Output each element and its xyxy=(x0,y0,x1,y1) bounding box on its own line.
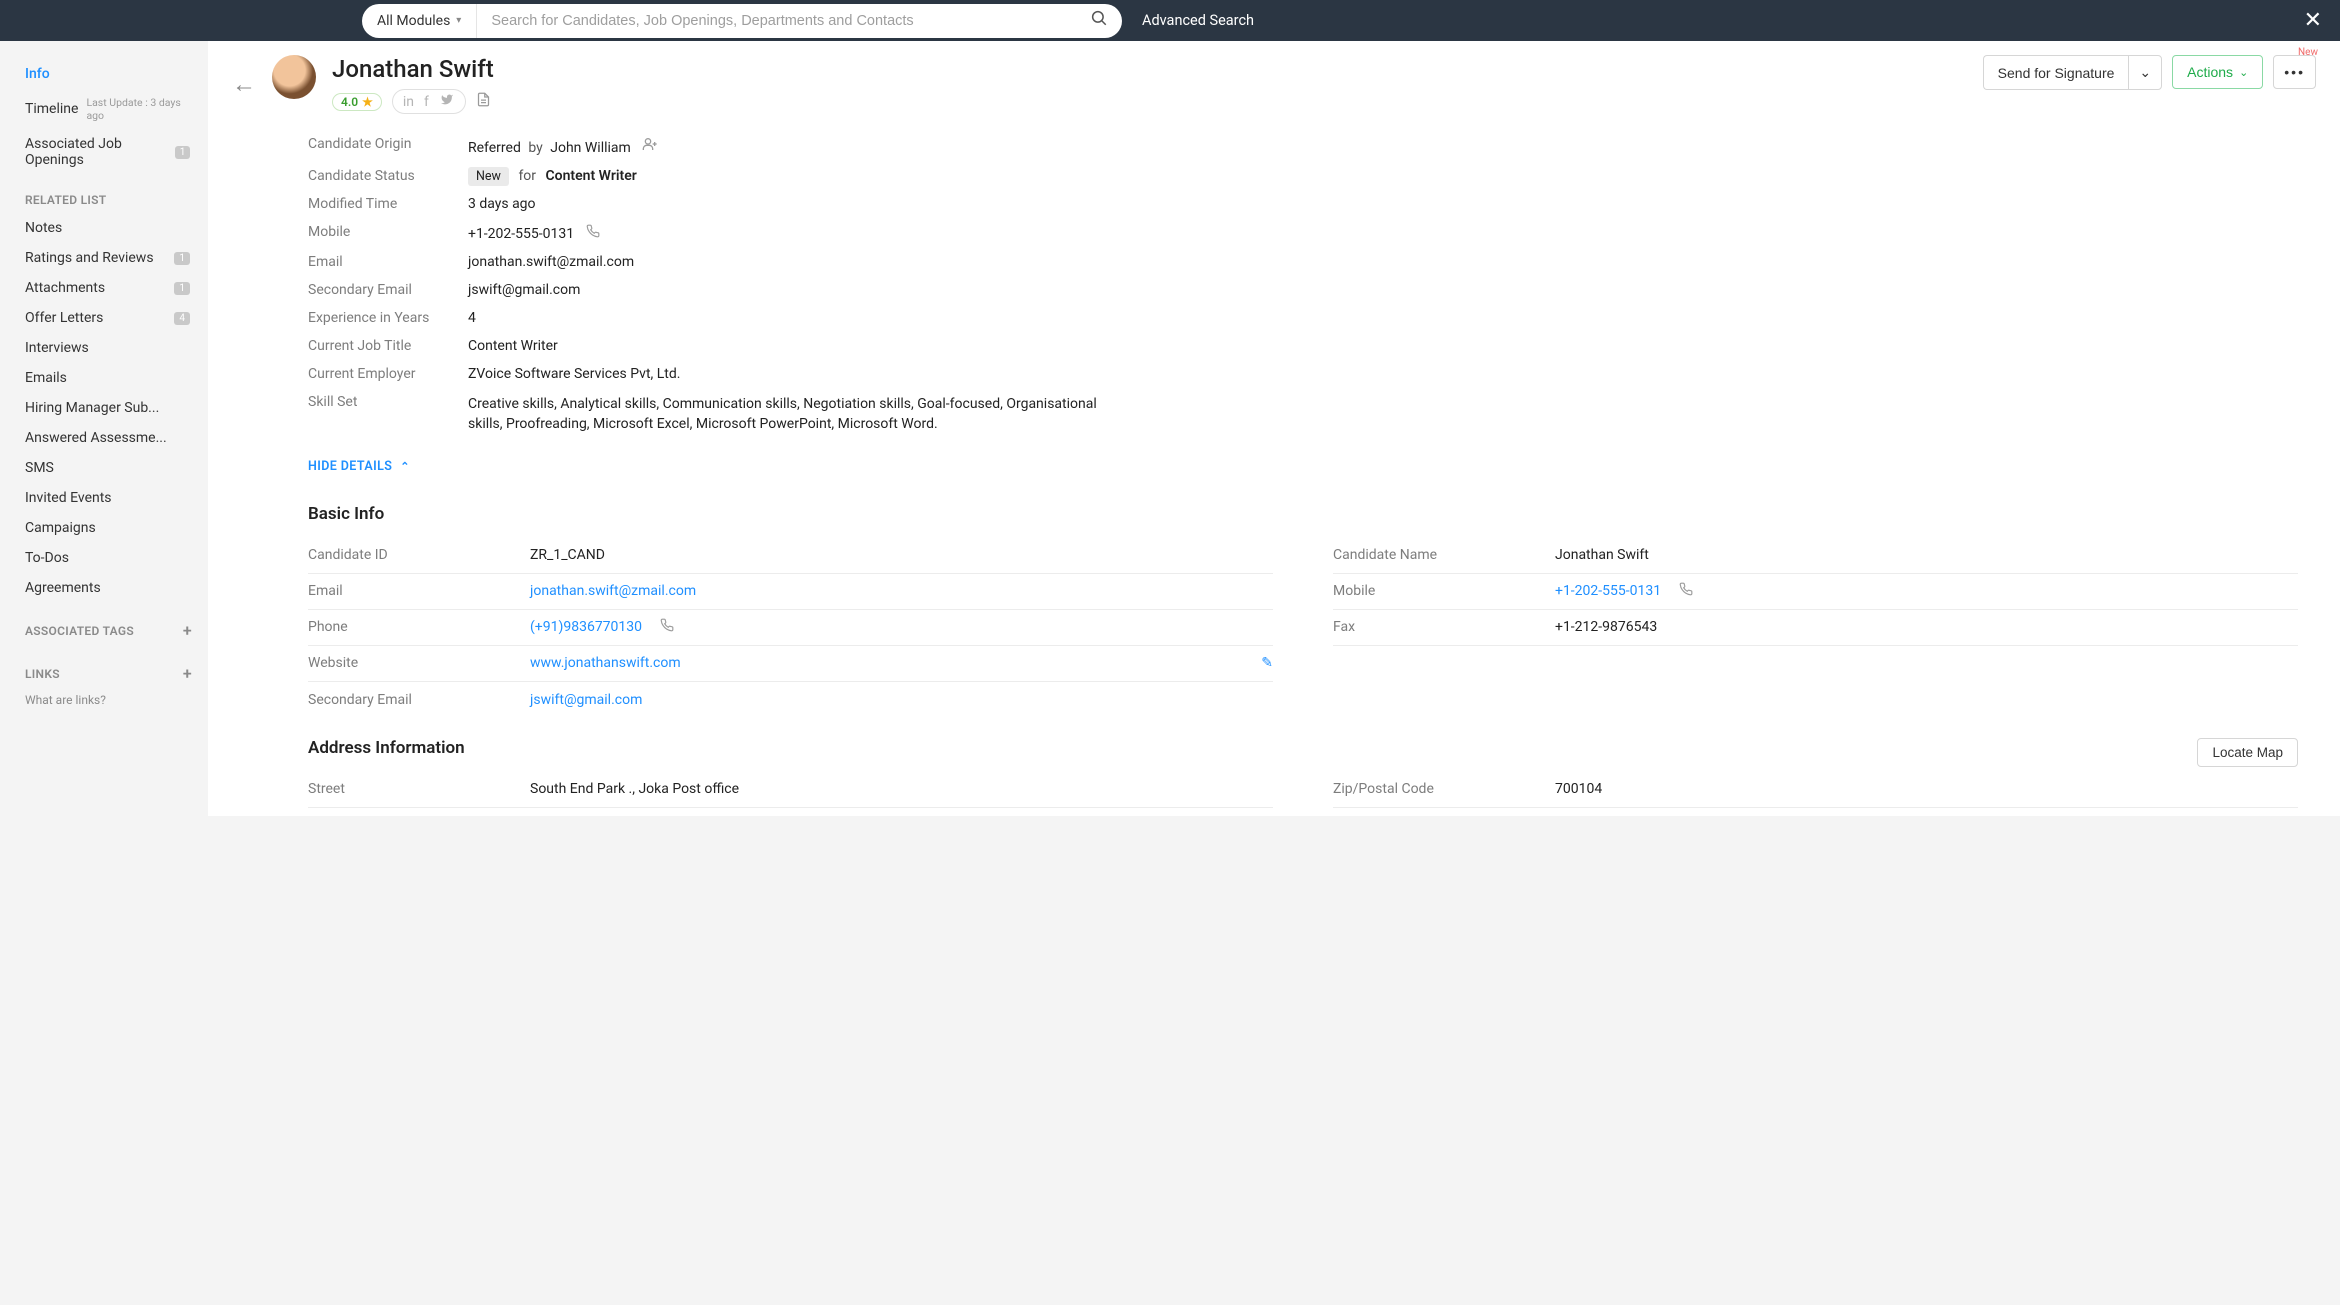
exp-label: Experience in Years xyxy=(308,310,468,326)
skills-value: Creative skills, Analytical skills, Comm… xyxy=(468,394,1108,435)
status-chip: New xyxy=(468,167,509,186)
exp-value: 4 xyxy=(468,310,1108,326)
send-signature-button[interactable]: Send for Signature xyxy=(1983,55,2129,90)
employer-value: ZVoice Software Services Pvt, Ltd. xyxy=(468,366,1108,382)
sidebar-item-notes[interactable]: Notes xyxy=(0,213,208,243)
social-links: in f xyxy=(392,89,466,114)
back-arrow-icon[interactable]: ← xyxy=(232,70,256,99)
locate-map-button[interactable]: Locate Map xyxy=(2197,738,2298,767)
hide-details-toggle[interactable]: HIDE DETAILS ⌃ xyxy=(308,441,2298,484)
modified-value: 3 days ago xyxy=(468,196,1108,212)
sidebar-info[interactable]: Info xyxy=(0,59,208,89)
sidebar-item-campaigns[interactable]: Campaigns xyxy=(0,513,208,543)
edit-icon[interactable]: ✎ xyxy=(1261,655,1273,671)
caret-down-icon: ▾ xyxy=(456,15,461,26)
search-group: All Modules ▾ xyxy=(362,4,1122,38)
links-header: LINKS + xyxy=(0,646,208,689)
email-link[interactable]: jonathan.swift@zmail.com xyxy=(530,583,696,599)
chevron-down-icon: ⌄ xyxy=(2239,66,2248,79)
document-icon[interactable] xyxy=(476,91,491,112)
employer-label: Current Employer xyxy=(308,366,468,382)
twitter-icon[interactable] xyxy=(439,93,455,110)
referral-icon[interactable] xyxy=(642,140,658,156)
sidebar-item-agreements[interactable]: Agreements xyxy=(0,573,208,603)
mobile-link[interactable]: +1-202-555-0131 xyxy=(1555,583,1661,599)
email-value: jonathan.swift@zmail.com xyxy=(468,254,1108,270)
sidebar-item-todos[interactable]: To-Dos xyxy=(0,543,208,573)
facebook-icon[interactable]: f xyxy=(424,94,429,110)
title-label: Current Job Title xyxy=(308,338,468,354)
more-button[interactable]: ••• xyxy=(2273,55,2316,89)
search-input[interactable] xyxy=(491,13,1090,29)
basic-info-title: Basic Info xyxy=(308,504,2298,524)
phone-link[interactable]: (+91)9836770130 xyxy=(530,619,642,635)
associated-tags-header: ASSOCIATED TAGS + xyxy=(0,603,208,646)
status-label: Candidate Status xyxy=(308,168,468,184)
avatar[interactable] xyxy=(272,55,316,99)
main-content: ← Jonathan Swift 4.0 ★ in f xyxy=(208,41,2340,816)
sidebar-item-sms[interactable]: SMS xyxy=(0,453,208,483)
modules-dropdown[interactable]: All Modules ▾ xyxy=(362,4,477,38)
timeline-note: Last Update : 3 days ago xyxy=(86,96,190,122)
sidebar-item-events[interactable]: Invited Events xyxy=(0,483,208,513)
modified-label: Modified Time xyxy=(308,196,468,212)
origin-label: Candidate Origin xyxy=(308,136,468,156)
candidate-name: Jonathan Swift xyxy=(332,55,494,83)
sidebar-item-emails[interactable]: Emails xyxy=(0,363,208,393)
modules-label: All Modules xyxy=(377,13,450,29)
actions-button[interactable]: Actions⌄ xyxy=(2172,55,2263,89)
secemail-value: jswift@gmail.com xyxy=(468,282,1108,298)
search-icon[interactable] xyxy=(1090,9,1108,32)
email-label: Email xyxy=(308,254,468,270)
sidebar-item-hiring[interactable]: Hiring Manager Sub... xyxy=(0,393,208,423)
related-list-header: RELATED LIST xyxy=(0,175,208,213)
sidebar-item-interviews[interactable]: Interviews xyxy=(0,333,208,363)
sidebar-item-ratings[interactable]: Ratings and Reviews1 xyxy=(0,243,208,273)
website-link[interactable]: www.jonathanswift.com xyxy=(530,655,681,671)
secemail-label: Secondary Email xyxy=(308,282,468,298)
sidebar-item-attachments[interactable]: Attachments1 xyxy=(0,273,208,303)
title-value: Content Writer xyxy=(468,338,1108,354)
new-badge: New xyxy=(2298,47,2318,58)
sidebar-item-offers[interactable]: Offer Letters4 xyxy=(0,303,208,333)
skills-label: Skill Set xyxy=(308,394,468,435)
rating-pill[interactable]: 4.0 ★ xyxy=(332,93,382,111)
mobile-label: Mobile xyxy=(308,224,468,242)
links-help[interactable]: What are links? xyxy=(0,689,208,711)
address-title: Address Information xyxy=(308,738,2298,758)
close-icon[interactable]: ✕ xyxy=(2298,8,2328,33)
phone-icon[interactable] xyxy=(660,618,674,636)
phone-icon[interactable] xyxy=(586,226,600,242)
chevron-up-icon: ⌃ xyxy=(400,460,410,473)
send-signature-caret[interactable]: ⌄ xyxy=(2128,55,2162,90)
sidebar-item-assess[interactable]: Answered Assessme... xyxy=(0,423,208,453)
sec-email-link[interactable]: jswift@gmail.com xyxy=(530,692,642,708)
plus-icon[interactable]: + xyxy=(183,664,192,683)
sidebar-assoc-jobs[interactable]: Associated Job Openings 1 xyxy=(0,129,208,175)
linkedin-icon[interactable]: in xyxy=(403,94,414,110)
phone-icon[interactable] xyxy=(1679,582,1693,600)
count-badge: 1 xyxy=(175,146,190,159)
sidebar: Info Timeline Last Update : 3 days ago A… xyxy=(0,41,208,816)
plus-icon[interactable]: + xyxy=(183,621,192,640)
topbar: All Modules ▾ Advanced Search ✕ xyxy=(0,0,2340,41)
advanced-search-link[interactable]: Advanced Search xyxy=(1142,12,1254,29)
star-icon: ★ xyxy=(362,95,373,109)
sidebar-timeline[interactable]: Timeline Last Update : 3 days ago xyxy=(0,89,208,129)
